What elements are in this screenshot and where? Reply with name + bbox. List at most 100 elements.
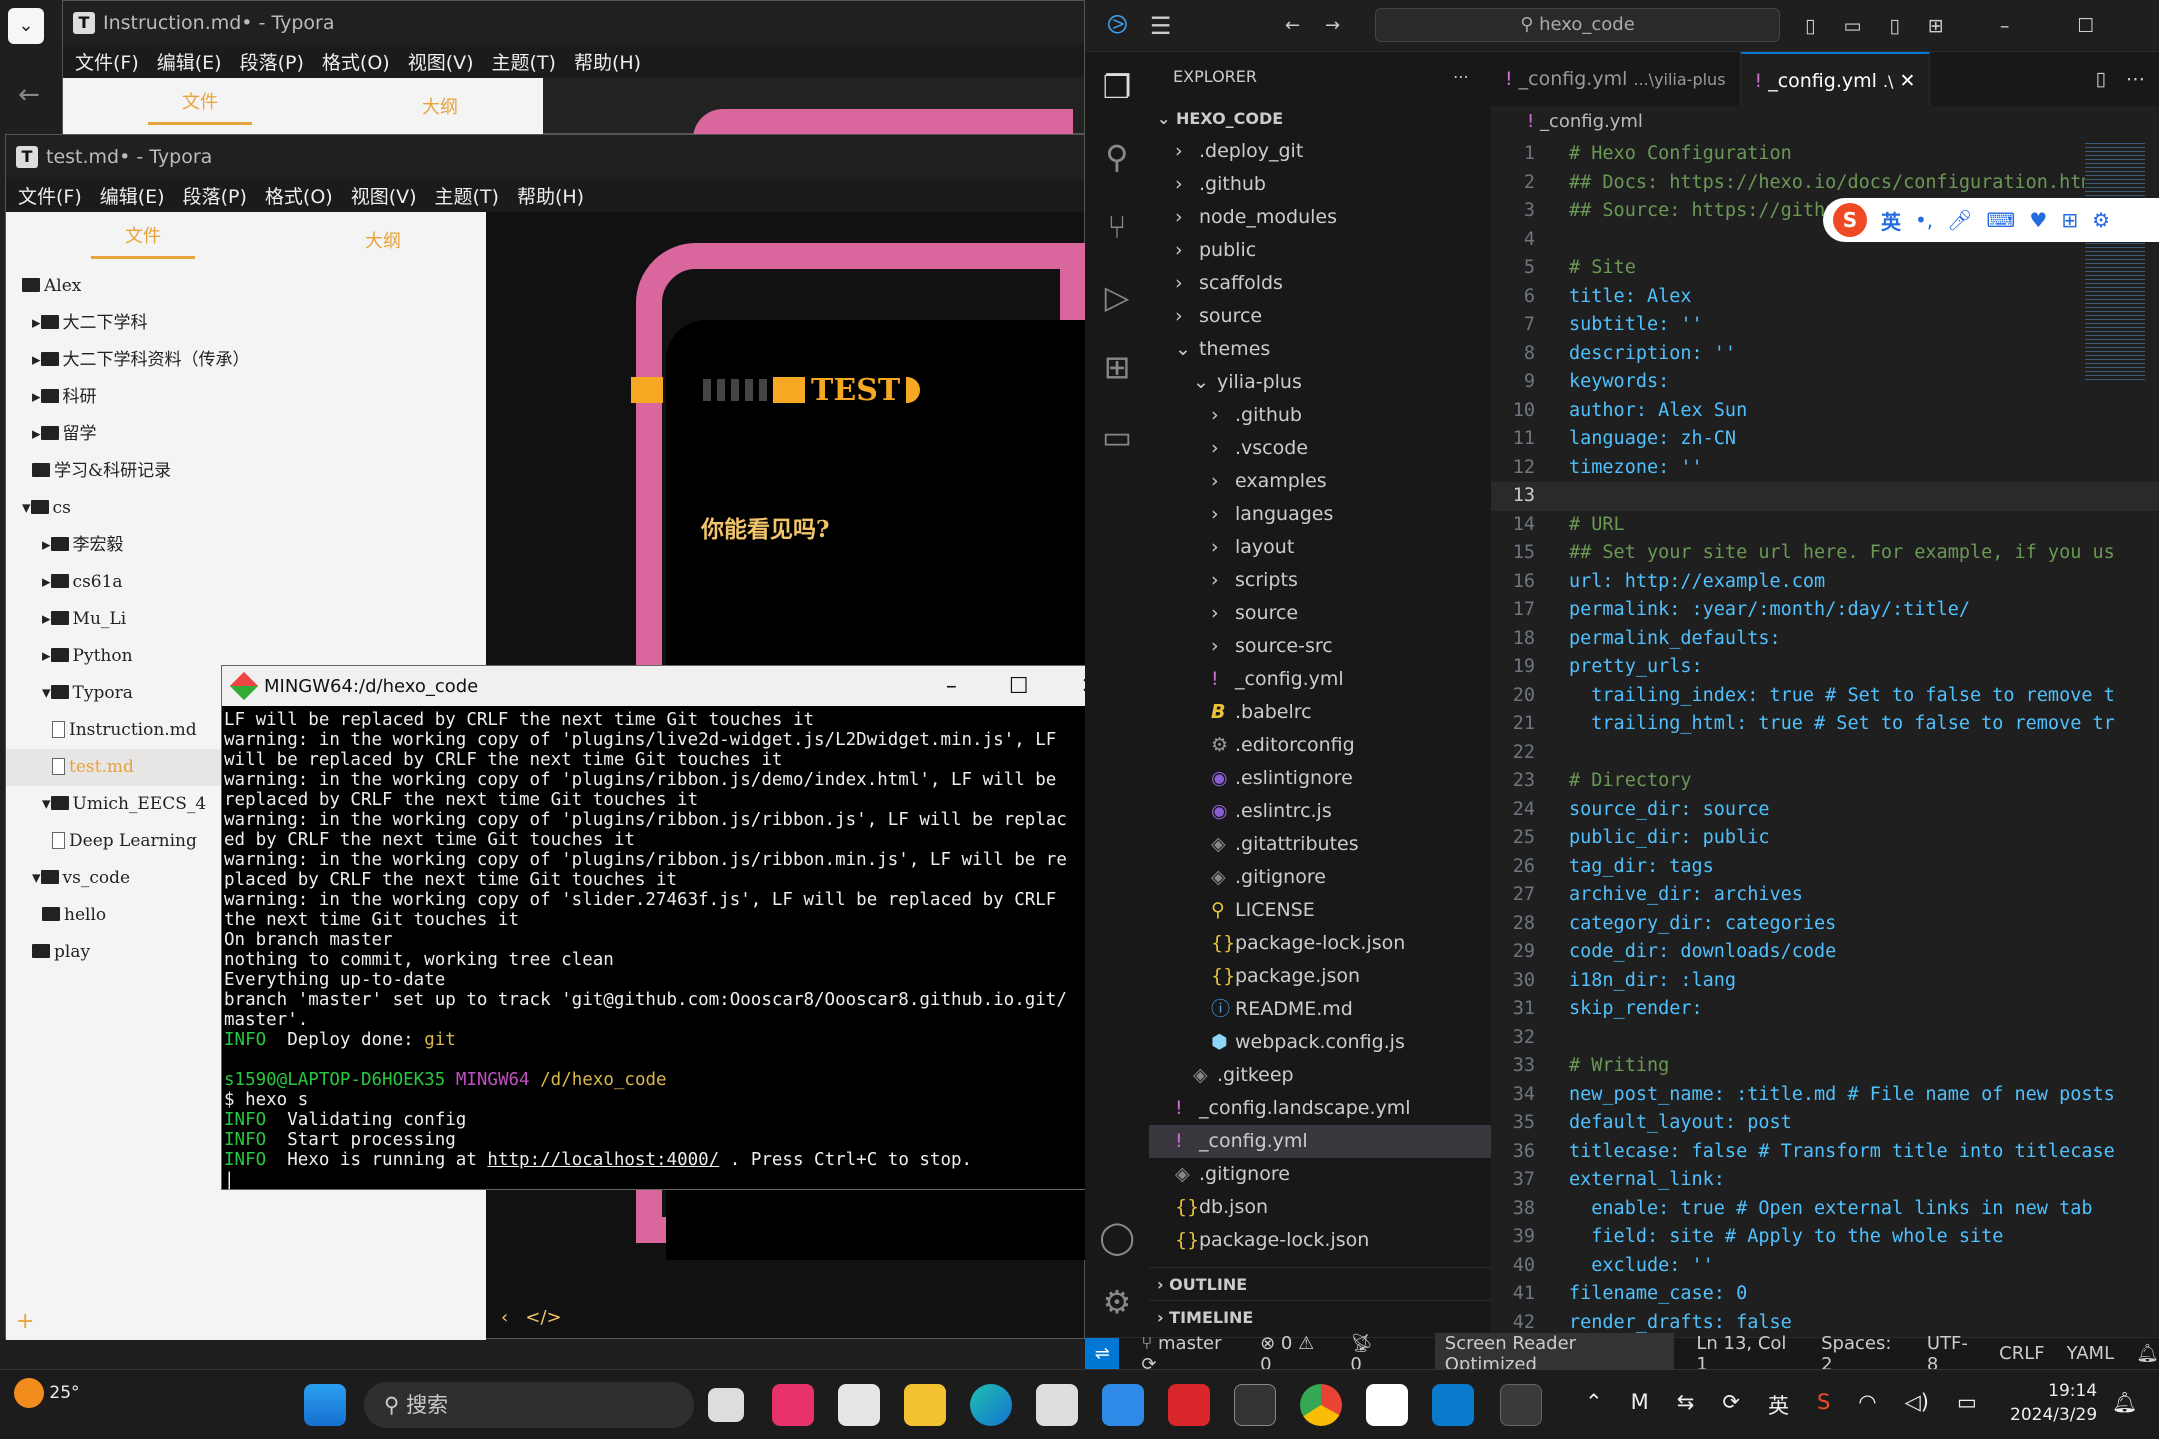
maximize-button[interactable]: ☐ bbox=[2077, 15, 2094, 37]
edge-icon[interactable] bbox=[970, 1384, 1012, 1426]
tray-app-icon[interactable]: ⟳ bbox=[1722, 1390, 1740, 1420]
explorer-icon[interactable]: ❐ bbox=[1085, 52, 1149, 122]
code-line[interactable]: 20 trailing_index: true # Set to false t… bbox=[1491, 682, 2159, 711]
tree-item[interactable]: ▸ 留学 bbox=[6, 416, 486, 453]
toggle-sidebar-icon[interactable]: ▯ bbox=[1805, 15, 1815, 37]
remote-explorer-icon[interactable]: ▭ bbox=[1085, 402, 1149, 472]
footer-toggle-icons[interactable]: ‹ </> bbox=[501, 1307, 562, 1328]
code-line[interactable]: 36 titlecase: false # Transform title int… bbox=[1491, 1138, 2159, 1167]
back-arrow-icon[interactable]: ← bbox=[18, 80, 40, 110]
code-line[interactable]: 25 public_dir: public bbox=[1491, 824, 2159, 853]
tab-config-yilia[interactable]: ! _config.yml ...\yilia-plus bbox=[1491, 52, 1741, 106]
menu-item[interactable]: 编辑(E) bbox=[157, 48, 222, 75]
notifications-icon[interactable]: 🔔︎ bbox=[2136, 1343, 2159, 1364]
keyboard-icon[interactable]: ⌨ bbox=[1987, 208, 2016, 232]
explorer-item[interactable]: › source bbox=[1149, 597, 1491, 630]
explorer-item[interactable]: › .github bbox=[1149, 399, 1491, 432]
explorer-item[interactable]: › languages bbox=[1149, 498, 1491, 531]
explorer-item[interactable]: › scaffolds bbox=[1149, 267, 1491, 300]
app-switcher-button[interactable]: ⌄ bbox=[8, 8, 44, 44]
tree-item[interactable]: ▸ 大二下学科资料（传承） bbox=[6, 342, 486, 379]
explorer-item[interactable]: ⌄ yilia-plus bbox=[1149, 366, 1491, 399]
code-line[interactable]: 17 permalink: :year/:month/:day/:title/ bbox=[1491, 596, 2159, 625]
menu-item[interactable]: 文件(F) bbox=[75, 48, 139, 75]
minimap[interactable] bbox=[2085, 140, 2145, 380]
code-line[interactable]: 6 title: Alex bbox=[1491, 283, 2159, 312]
code-line[interactable]: 26 tag_dir: tags bbox=[1491, 853, 2159, 882]
code-line[interactable]: 38 enable: true # Open external links in… bbox=[1491, 1195, 2159, 1224]
explorer-item[interactable]: › source-src bbox=[1149, 630, 1491, 663]
terminal-window[interactable]: MINGW64:/d/hexo_code – ☐ ✕ LF will be re… bbox=[221, 665, 1130, 1190]
timeline-section[interactable]: › TIMELINE bbox=[1149, 1300, 1491, 1333]
explorer-item[interactable]: › .deploy_git bbox=[1149, 135, 1491, 168]
explorer-item[interactable]: › public bbox=[1149, 234, 1491, 267]
search-icon[interactable]: ⚲ bbox=[1085, 122, 1149, 192]
weather-widget[interactable]: 25° bbox=[14, 1378, 80, 1408]
clock[interactable]: 19:14 2024/3/29 bbox=[2010, 1379, 2097, 1427]
toggle-panel-icon[interactable]: ▭ bbox=[1843, 15, 1861, 37]
tree-item[interactable]: ▾ cs bbox=[6, 490, 486, 527]
code-line[interactable]: 27 archive_dir: archives bbox=[1491, 881, 2159, 910]
code-line[interactable]: 1 # Hexo Configuration bbox=[1491, 140, 2159, 169]
toggle-secondary-icon[interactable]: ▯ bbox=[1889, 15, 1899, 37]
tree-item[interactable]: Alex bbox=[6, 268, 486, 305]
more-actions-icon[interactable]: ⋯ bbox=[1453, 52, 1491, 102]
ime-indicator[interactable]: 英 bbox=[1768, 1390, 1789, 1420]
tree-item[interactable]: ▸ 科研 bbox=[6, 379, 486, 416]
layout-icon[interactable]: ⊞ bbox=[1928, 15, 1944, 37]
terminal-icon[interactable] bbox=[1234, 1384, 1276, 1426]
explorer-item[interactable]: › scripts bbox=[1149, 564, 1491, 597]
code-line[interactable]: 8 description: '' bbox=[1491, 340, 2159, 369]
code-line[interactable]: 13 bbox=[1491, 482, 2159, 511]
code-line[interactable]: 41 filename_case: 0 bbox=[1491, 1280, 2159, 1309]
system-tray[interactable]: ⌃ M ⇆ ⟳ 英 S ◠ ◁) ▭ bbox=[1585, 1390, 1977, 1420]
code-line[interactable]: 2 ## Docs: https://hexo.io/docs/configura… bbox=[1491, 169, 2159, 198]
code-line[interactable]: 15 ## Set your site url here. For example… bbox=[1491, 539, 2159, 568]
menu-item[interactable]: 段落(P) bbox=[183, 182, 247, 209]
add-icon[interactable]: + bbox=[16, 1309, 34, 1334]
code-line[interactable]: 34 new_post_name: :title.md # File name o… bbox=[1491, 1081, 2159, 1110]
mic-icon[interactable]: 🎤︎ bbox=[1947, 208, 1972, 232]
explorer-item[interactable]: ◉ .eslintrc.js bbox=[1149, 795, 1491, 828]
tray-app-icon[interactable]: M bbox=[1631, 1390, 1649, 1420]
back-icon[interactable]: ← bbox=[1285, 15, 1300, 36]
ime-toolbar[interactable]: S 英 •, 🎤︎ ⌨ ♥ ⊞ ⚙ bbox=[1823, 198, 2159, 242]
chevron-up-icon[interactable]: ⌃ bbox=[1585, 1390, 1603, 1420]
language-mode[interactable]: YAML bbox=[2067, 1343, 2114, 1364]
punctuation-icon[interactable]: •, bbox=[1915, 208, 1933, 232]
app-icon[interactable] bbox=[772, 1384, 814, 1426]
tab-config-root[interactable]: ! _config.yml .\ ✕ bbox=[1740, 52, 1931, 106]
run-debug-icon[interactable]: ▷ bbox=[1085, 262, 1149, 332]
code-line[interactable]: 19 pretty_urls: bbox=[1491, 653, 2159, 682]
tree-item[interactable]: ▸ Mu_Li bbox=[6, 601, 486, 638]
tree-item[interactable]: ▸ cs61a bbox=[6, 564, 486, 601]
extensions-icon[interactable]: ⊞ bbox=[1085, 332, 1149, 402]
task-view-icon[interactable] bbox=[708, 1388, 744, 1422]
explorer-item[interactable]: › examples bbox=[1149, 465, 1491, 498]
code-line[interactable]: 21 trailing_html: true # Set to false to… bbox=[1491, 710, 2159, 739]
menu-item[interactable]: 视图(V) bbox=[351, 182, 417, 209]
close-tab-icon[interactable]: ✕ bbox=[1899, 70, 1915, 92]
menu-icon[interactable]: ☰ bbox=[1150, 12, 1172, 40]
wifi-icon[interactable]: ◠ bbox=[1858, 1390, 1876, 1420]
code-line[interactable]: 24 source_dir: source bbox=[1491, 796, 2159, 825]
typora-icon[interactable] bbox=[1366, 1384, 1408, 1426]
taskbar-search[interactable]: ⚲ 搜索 bbox=[364, 1382, 694, 1428]
tab-files[interactable]: 文件 bbox=[148, 88, 252, 125]
menu-item[interactable]: 主题(T) bbox=[435, 182, 499, 209]
explorer-item[interactable]: ⬢ webpack.config.js bbox=[1149, 1026, 1491, 1059]
settings-icon[interactable]: ⚙ bbox=[2092, 208, 2110, 232]
explorer-item[interactable]: › node_modules bbox=[1149, 201, 1491, 234]
explorer-item[interactable]: ◈ .gitkeep bbox=[1149, 1059, 1491, 1092]
code-line[interactable]: 7 subtitle: '' bbox=[1491, 311, 2159, 340]
code-line[interactable]: 28 category_dir: categories bbox=[1491, 910, 2159, 939]
outline-section[interactable]: › OUTLINE bbox=[1149, 1267, 1491, 1300]
explorer-item[interactable]: › source bbox=[1149, 300, 1491, 333]
menu-item[interactable]: 主题(T) bbox=[492, 48, 556, 75]
ime-mode-label[interactable]: 英 bbox=[1881, 206, 1901, 235]
explorer-item[interactable]: › .vscode bbox=[1149, 432, 1491, 465]
code-line[interactable]: 35 default_layout: post bbox=[1491, 1109, 2159, 1138]
explorer-item[interactable]: › layout bbox=[1149, 531, 1491, 564]
menu-item[interactable]: 格式(O) bbox=[322, 48, 390, 75]
menu-item[interactable]: 格式(O) bbox=[265, 182, 333, 209]
